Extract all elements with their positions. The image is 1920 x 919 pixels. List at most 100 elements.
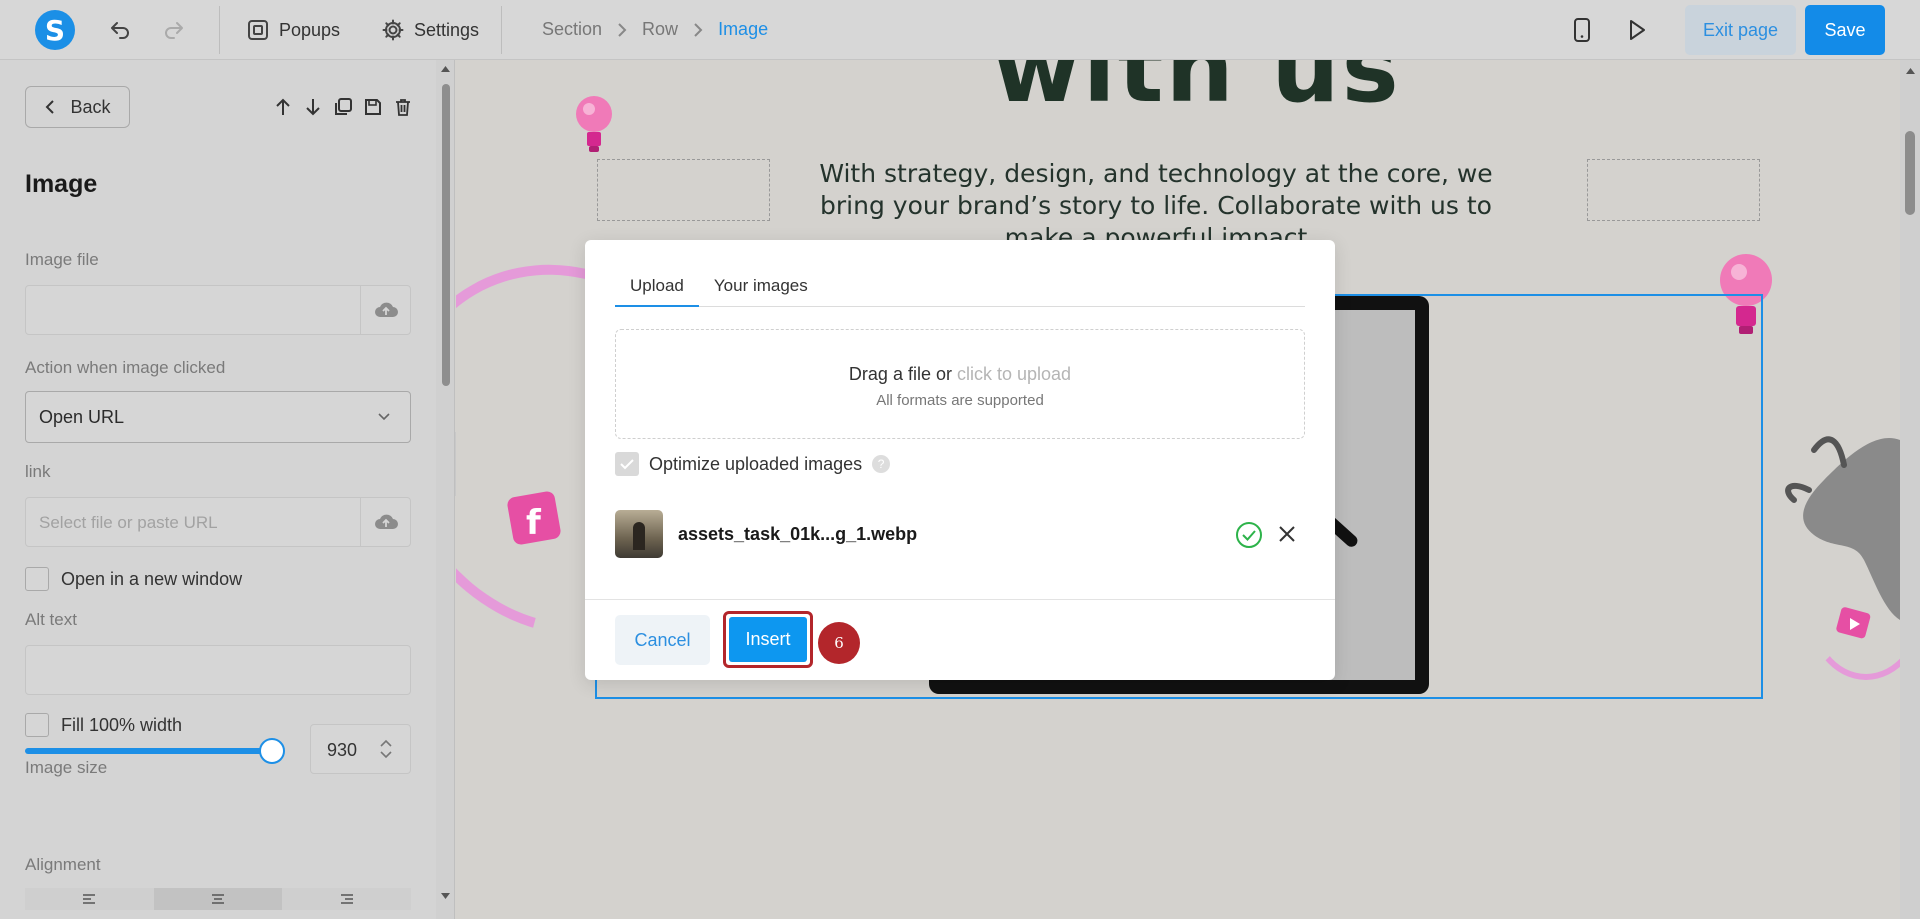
scrollbar-thumb[interactable] [1905, 131, 1915, 215]
redo-icon[interactable] [160, 16, 188, 44]
file-dropzone[interactable]: Drag a file or click to upload All forma… [615, 329, 1305, 439]
checkbox-box[interactable] [25, 713, 49, 737]
trash-icon[interactable] [392, 96, 414, 118]
dropzone-subtext: All formats are supported [876, 392, 1044, 409]
image-upload-dialog: Upload Your images Drag a file or click … [585, 240, 1335, 680]
dialog-tabs: Upload Your images [615, 275, 1305, 307]
save-block-icon[interactable] [362, 96, 384, 118]
checkbox-box[interactable] [615, 452, 639, 476]
element-tools [272, 96, 414, 118]
popups-button[interactable]: Popups [247, 14, 340, 46]
alt-text-label: Alt text [25, 610, 77, 629]
breadcrumb-row[interactable]: Row [642, 19, 678, 40]
action-label: Action when image clicked [25, 358, 226, 377]
popups-label: Popups [279, 19, 341, 40]
back-label: Back [70, 96, 111, 117]
optimize-checkbox[interactable]: Optimize uploaded images ? [615, 452, 891, 476]
chevron-left-icon [46, 100, 55, 114]
panel-title: Image [25, 170, 98, 198]
tab-your-images[interactable]: Your images [699, 275, 823, 307]
new-window-label: Open in a new window [61, 568, 243, 589]
link-placeholder: Select file or paste URL [39, 513, 218, 532]
gear-icon [382, 19, 404, 41]
breadcrumb-section[interactable]: Section [542, 19, 602, 40]
chevron-right-icon [694, 22, 703, 37]
link-label: link [25, 462, 51, 481]
remove-file-icon[interactable] [1277, 524, 1297, 544]
image-size-value: 930 [327, 740, 358, 760]
dialog-divider [585, 599, 1335, 600]
link-field[interactable]: Select file or paste URL [25, 497, 411, 547]
align-left-icon[interactable] [25, 888, 154, 910]
lightbulb-icon [576, 96, 612, 152]
save-button[interactable]: Save [1805, 5, 1885, 55]
alignment-selector [25, 888, 411, 910]
exit-page-button[interactable]: Exit page [1685, 5, 1796, 55]
back-button[interactable]: Back [25, 86, 130, 128]
page-headline[interactable]: with us [992, 60, 1401, 124]
chevron-right-icon [618, 22, 627, 37]
breadcrumb-image[interactable]: Image [718, 19, 768, 40]
alt-text-field[interactable] [25, 645, 411, 695]
cancel-button[interactable]: Cancel [615, 615, 710, 665]
sidebar-scrollbar[interactable] [436, 60, 454, 919]
file-name: assets_task_01k...g_1.webp [678, 524, 918, 544]
empty-placeholder[interactable] [597, 159, 770, 221]
help-icon[interactable]: ? [872, 455, 891, 473]
align-center-icon[interactable] [153, 888, 283, 910]
new-window-checkbox[interactable]: Open in a new window [25, 567, 242, 591]
image-file-field[interactable] [25, 285, 411, 335]
image-size-label: Image size [25, 758, 108, 777]
image-size-input[interactable]: 930 [310, 724, 411, 774]
scroll-up-arrow-icon[interactable] [1905, 67, 1916, 75]
uploaded-file-row: assets_task_01k...g_1.webp [615, 510, 1305, 560]
mobile-preview-icon[interactable] [1568, 16, 1596, 44]
toolbar-divider [501, 6, 502, 54]
duplicate-icon[interactable] [332, 96, 354, 118]
insert-button[interactable]: Insert [729, 617, 807, 662]
slider-handle[interactable] [259, 738, 285, 764]
upload-cloud-icon[interactable] [360, 498, 410, 546]
play-cube-icon [1836, 607, 1871, 639]
breadcrumb: Section Row Image [542, 19, 768, 40]
chevron-down-icon [376, 408, 392, 429]
action-select[interactable]: Open URL [25, 391, 411, 443]
settings-button[interactable]: Settings [382, 14, 479, 46]
facebook-icon: f [507, 491, 561, 545]
stepper-icon[interactable] [378, 737, 394, 766]
align-right-icon[interactable] [282, 888, 411, 910]
drop-text: Drag a file or [848, 364, 952, 384]
canvas-scrollbar[interactable] [1900, 60, 1920, 919]
click-to-upload-link[interactable]: click to upload [957, 364, 1071, 384]
file-thumbnail [615, 510, 663, 558]
tab-upload[interactable]: Upload [615, 275, 699, 307]
scroll-down-arrow-icon[interactable] [440, 892, 451, 900]
step-badge: 6 [818, 622, 860, 664]
move-up-icon[interactable] [272, 96, 294, 118]
checkbox-box[interactable] [25, 567, 49, 591]
undo-icon[interactable] [106, 16, 134, 44]
svg-text:f: f [526, 503, 542, 543]
settings-label: Settings [414, 19, 480, 40]
alignment-label: Alignment [25, 855, 101, 874]
fill-width-label: Fill 100% width [61, 714, 183, 735]
popups-icon [248, 20, 268, 40]
properties-sidebar: Back Image Image file Action when image … [0, 60, 455, 919]
slider-track [25, 748, 272, 754]
action-select-value: Open URL [39, 407, 125, 427]
checkmark-icon [620, 459, 634, 470]
scrollbar-thumb[interactable] [442, 84, 450, 386]
move-down-icon[interactable] [302, 96, 324, 118]
upload-cloud-icon[interactable] [360, 286, 410, 334]
top-toolbar: S Popups Settings Section Row Image Exit… [0, 0, 1920, 60]
image-file-label: Image file [25, 250, 99, 269]
fill-width-checkbox[interactable]: Fill 100% width [25, 713, 182, 737]
insert-button-highlight[interactable]: Insert [723, 611, 813, 668]
image-size-slider[interactable] [25, 738, 285, 764]
success-check-icon [1236, 522, 1262, 548]
scroll-up-arrow-icon[interactable] [440, 65, 451, 73]
play-preview-icon[interactable] [1623, 16, 1651, 44]
empty-placeholder[interactable] [1587, 159, 1760, 221]
optimize-label: Optimize uploaded images [649, 453, 863, 474]
app-logo[interactable]: S [35, 10, 75, 50]
